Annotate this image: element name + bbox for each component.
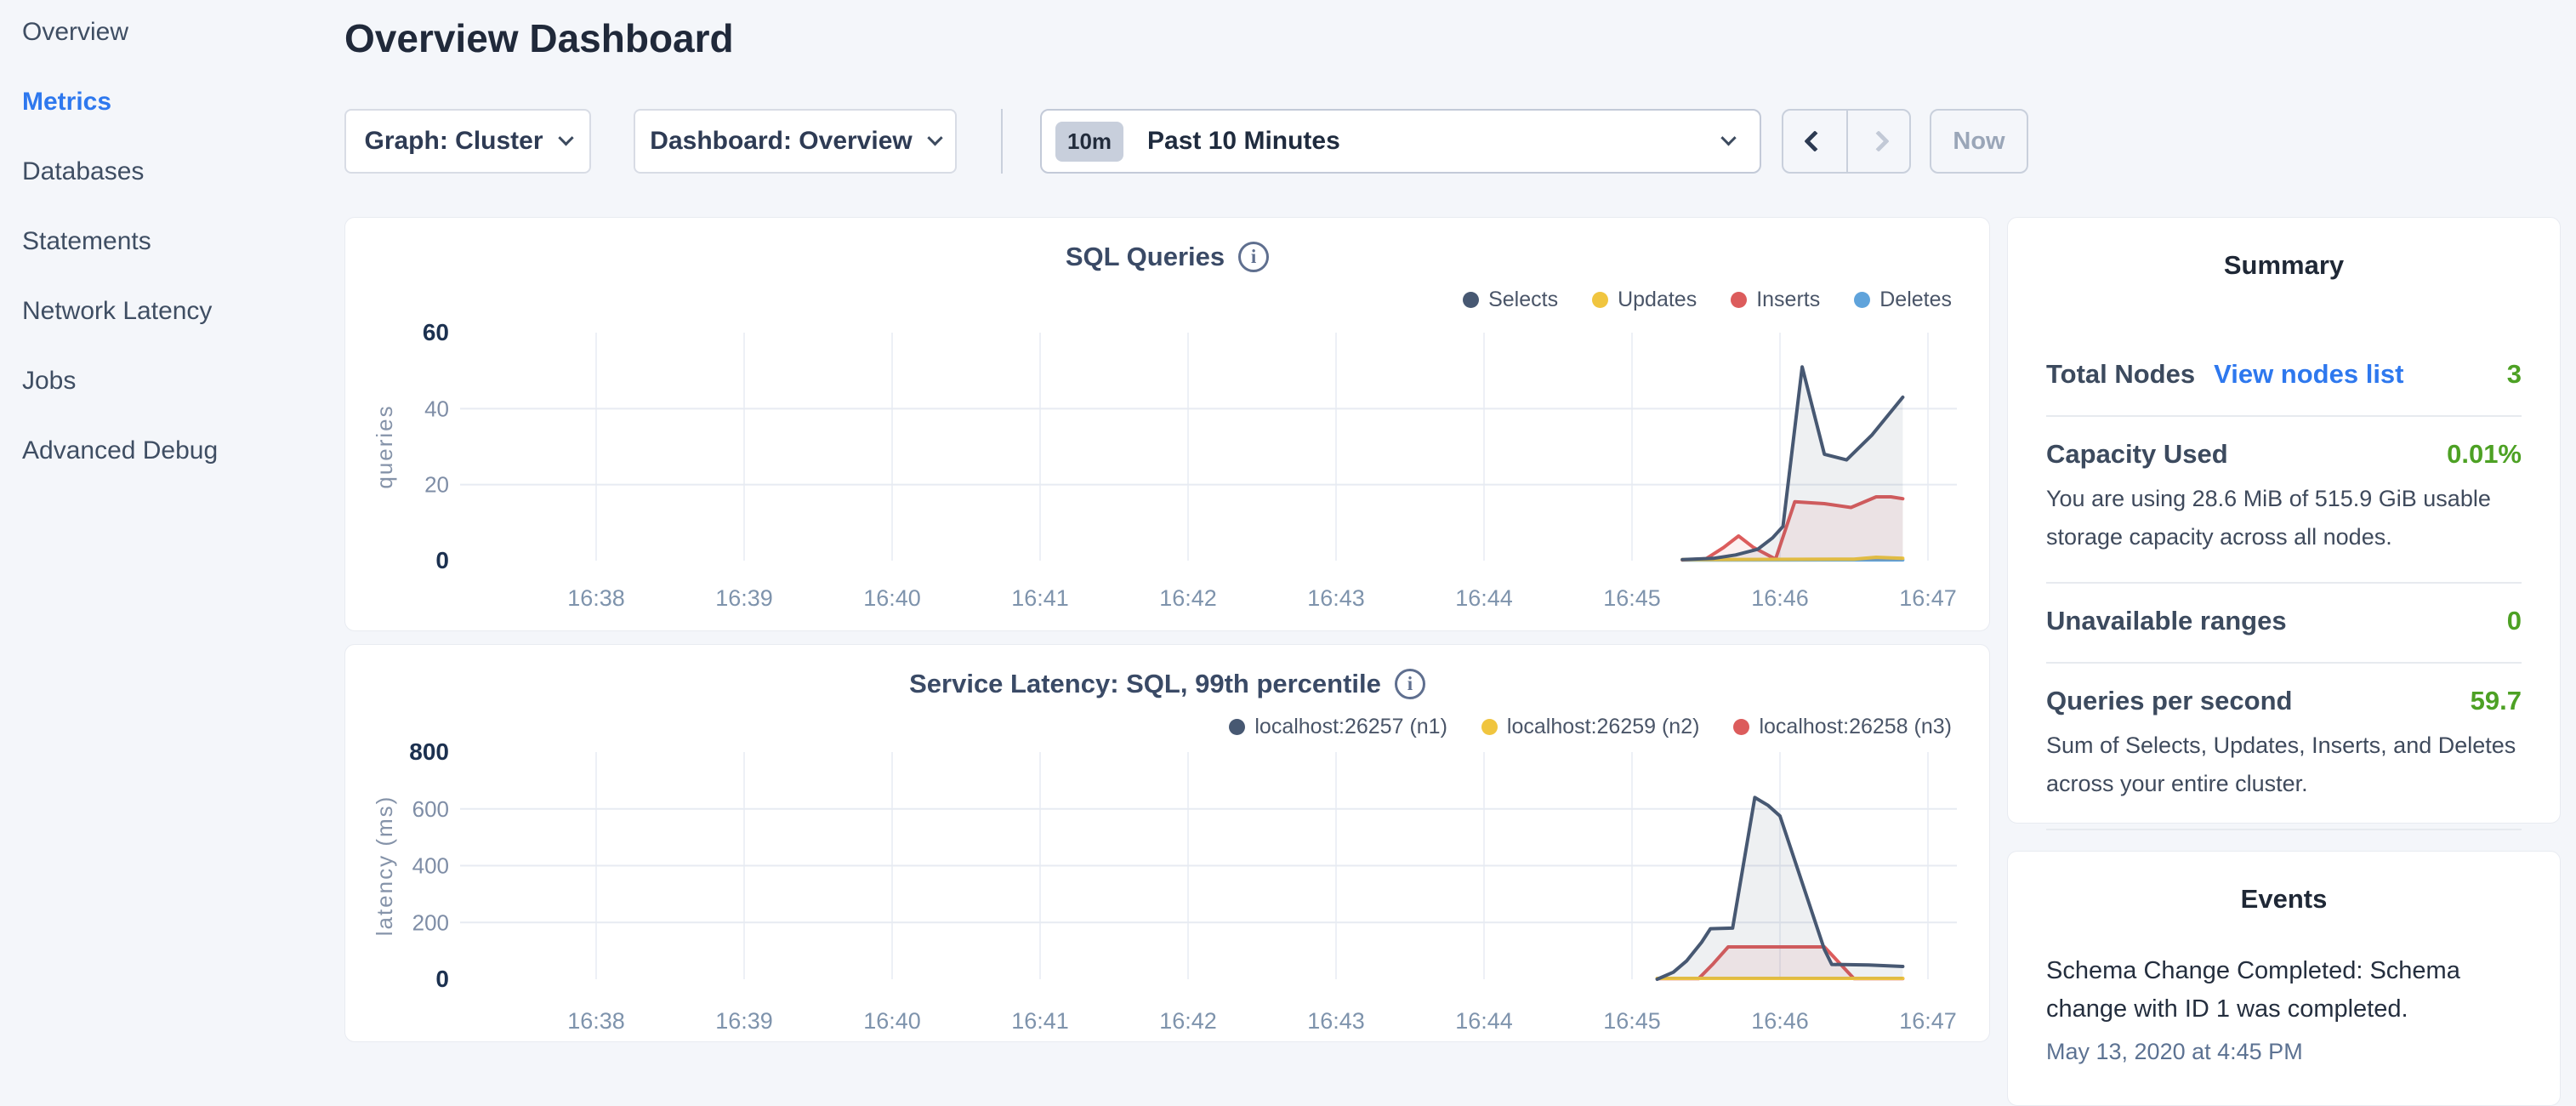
svg-text:16:42: 16:42 xyxy=(1159,1008,1217,1034)
event-timestamp: May 13, 2020 at 4:45 PM xyxy=(2046,1039,2522,1065)
svg-text:16:45: 16:45 xyxy=(1603,585,1661,611)
svg-text:40: 40 xyxy=(424,396,449,421)
summary-label: Total Nodes xyxy=(2046,359,2195,390)
graph-scope-dropdown[interactable]: Graph: Cluster xyxy=(344,109,591,174)
sql-queries-chart-card: SQL Queries i Selects Updates Inserts De… xyxy=(344,217,1990,631)
time-window-label: Past 10 Minutes xyxy=(1147,127,1723,156)
dashboard-select-dropdown[interactable]: Dashboard: Overview xyxy=(634,109,957,174)
svg-text:16:46: 16:46 xyxy=(1751,1008,1809,1034)
svg-text:latency (ms): latency (ms) xyxy=(372,795,397,937)
chevron-down-icon xyxy=(1720,130,1736,145)
summary-row-queries-per-second: Queries per second 59.7 Sum of Selects, … xyxy=(2046,662,2522,829)
svg-text:0: 0 xyxy=(435,547,449,573)
summary-row-capacity-used: Capacity Used 0.01% You are using 28.6 M… xyxy=(2046,415,2522,582)
summary-label: Capacity Used xyxy=(2046,439,2228,470)
dashboard-select-dropdown-label: Dashboard: Overview xyxy=(650,127,912,156)
svg-text:16:42: 16:42 xyxy=(1159,585,1217,611)
view-nodes-list-link[interactable]: View nodes list xyxy=(2214,359,2403,390)
svg-text:60: 60 xyxy=(423,319,449,345)
svg-text:0: 0 xyxy=(435,966,449,992)
page-title: Overview Dashboard xyxy=(344,15,734,61)
service-latency-chart: 0 200 400 600 800 16:38 16:39 16:40 16:41 16:42 16… xyxy=(345,645,1991,1043)
svg-text:16:39: 16:39 xyxy=(715,585,773,611)
summary-description: Sum of Selects, Updates, Inserts, and De… xyxy=(2046,727,2522,803)
svg-text:16:45: 16:45 xyxy=(1603,1008,1661,1034)
sidebar-item-overview[interactable]: Overview xyxy=(22,17,328,48)
svg-text:16:46: 16:46 xyxy=(1751,585,1809,611)
sidebar-item-advanced-debug[interactable]: Advanced Debug xyxy=(22,436,328,466)
sidebar-nav: Overview Metrics Databases Statements Ne… xyxy=(22,17,328,505)
svg-text:600: 600 xyxy=(412,796,449,822)
events-panel: Events Schema Change Completed: Schema c… xyxy=(2007,851,2561,1106)
summary-value: 59.7 xyxy=(2471,686,2522,716)
svg-text:200: 200 xyxy=(412,909,449,935)
event-message: Schema Change Completed: Schema change w… xyxy=(2046,952,2522,1029)
svg-text:16:38: 16:38 xyxy=(567,1008,625,1034)
now-button[interactable]: Now xyxy=(1930,109,2028,174)
summary-title: Summary xyxy=(2046,250,2522,281)
svg-text:800: 800 xyxy=(409,738,449,765)
sidebar-item-network-latency[interactable]: Network Latency xyxy=(22,296,328,327)
sidebar-item-statements[interactable]: Statements xyxy=(22,226,328,257)
svg-text:16:40: 16:40 xyxy=(863,585,921,611)
sidebar-item-databases[interactable]: Databases xyxy=(22,157,328,187)
svg-text:16:38: 16:38 xyxy=(567,585,625,611)
service-latency-chart-card: Service Latency: SQL, 99th percentile i … xyxy=(344,644,1990,1042)
chevron-down-icon xyxy=(927,130,942,145)
svg-text:16:43: 16:43 xyxy=(1307,1008,1365,1034)
time-range-selector[interactable]: 10m Past 10 Minutes xyxy=(1040,109,1761,174)
summary-value: 3 xyxy=(2507,359,2522,390)
controls-divider xyxy=(1001,109,1003,174)
previous-time-window-button[interactable] xyxy=(1783,111,1846,172)
time-pager xyxy=(1782,109,1911,174)
svg-text:16:47: 16:47 xyxy=(1899,585,1957,611)
svg-text:16:41: 16:41 xyxy=(1011,585,1069,611)
summary-value: 0.01% xyxy=(2447,439,2522,470)
summary-value: 0 xyxy=(2507,606,2522,636)
svg-text:16:44: 16:44 xyxy=(1455,1008,1513,1034)
dashboard-controls: Graph: Cluster Dashboard: Overview 10m P… xyxy=(344,109,2045,174)
sql-queries-chart: 0 20 40 60 16:38 16:39 16:40 16:41 16:42 16:43 16:… xyxy=(345,218,1991,632)
svg-text:16:44: 16:44 xyxy=(1455,585,1513,611)
svg-text:400: 400 xyxy=(412,853,449,879)
svg-text:16:47: 16:47 xyxy=(1899,1008,1957,1034)
svg-text:16:39: 16:39 xyxy=(715,1008,773,1034)
summary-description: You are using 28.6 MiB of 515.9 GiB usab… xyxy=(2046,480,2522,556)
summary-row-total-nodes: Total Nodes View nodes list 3 xyxy=(2046,337,2522,415)
svg-text:queries: queries xyxy=(372,404,397,488)
chevron-down-icon xyxy=(558,130,573,145)
summary-label: Queries per second xyxy=(2046,686,2292,716)
summary-row-unavailable-ranges: Unavailable ranges 0 xyxy=(2046,582,2522,662)
summary-label: Unavailable ranges xyxy=(2046,606,2287,636)
svg-text:16:41: 16:41 xyxy=(1011,1008,1069,1034)
svg-text:16:40: 16:40 xyxy=(863,1008,921,1034)
chevron-left-icon xyxy=(1804,130,1825,151)
time-window-badge: 10m xyxy=(1055,122,1123,162)
summary-panel: Summary Total Nodes View nodes list 3 Ca… xyxy=(2007,217,2561,824)
graph-scope-dropdown-label: Graph: Cluster xyxy=(364,127,543,156)
svg-text:20: 20 xyxy=(424,472,449,498)
sidebar-item-metrics[interactable]: Metrics xyxy=(22,87,328,117)
next-time-window-button[interactable] xyxy=(1846,111,1909,172)
sidebar-item-jobs[interactable]: Jobs xyxy=(22,366,328,396)
event-list-item[interactable]: Schema Change Completed: Schema change w… xyxy=(2046,952,2522,1065)
chevron-right-icon xyxy=(1868,130,1889,151)
events-title: Events xyxy=(2046,884,2522,915)
svg-text:16:43: 16:43 xyxy=(1307,585,1365,611)
